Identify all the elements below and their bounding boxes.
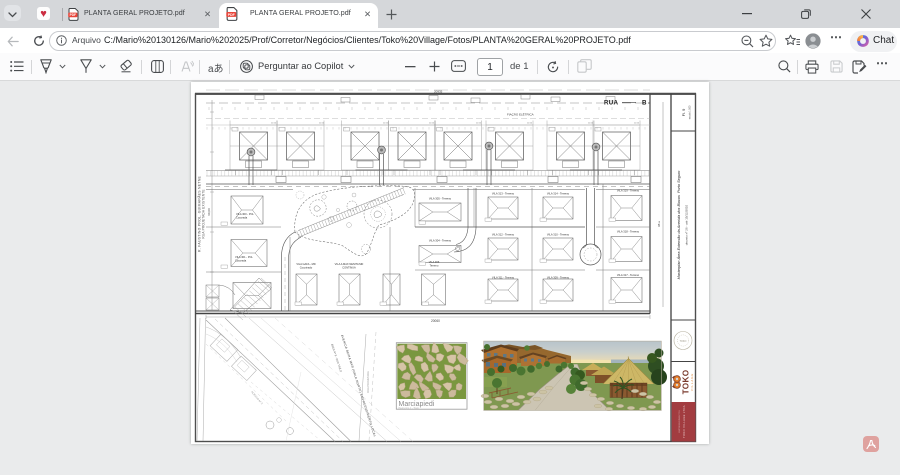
- svg-text:12.50: 12.50: [634, 123, 640, 125]
- svg-text:60,00: 60,00: [207, 208, 211, 216]
- svg-text:12.50: 12.50: [476, 123, 482, 125]
- svg-text:VILA 312 - Terreno: VILA 312 - Terreno: [492, 233, 515, 237]
- svg-text:VILA 301 - PCL: VILA 301 - PCL: [235, 255, 253, 259]
- svg-text:VILA A MAX NENITA MD: VILA A MAX NENITA MD: [335, 262, 364, 266]
- svg-text:Cocoinado: Cocoinado: [300, 266, 313, 270]
- svg-text:VILA 305 - Terreno: VILA 305 - Terreno: [429, 197, 452, 201]
- svg-text:EMPREENDIMENTOS: EMPREENDIMENTOS: [679, 410, 681, 433]
- svg-text:VILA 319 - Terreno: VILA 319 - Terreno: [617, 189, 640, 193]
- svg-text:VILLAGE: VILLAGE: [690, 373, 694, 391]
- svg-text:VILA 311 - Terreno: VILA 311 - Terreno: [492, 276, 515, 280]
- svg-text:TOKO VILLAGE LTDA: TOKO VILLAGE LTDA: [682, 405, 686, 438]
- svg-text:12.50: 12.50: [588, 123, 594, 125]
- svg-text:Terreno: Terreno: [430, 264, 439, 268]
- svg-text:98 a: 98 a: [657, 221, 661, 227]
- svg-text:Pietra tipo 1 - Trani: Pietra tipo 1 - Trani: [399, 407, 420, 410]
- svg-text:ÁREA Nº 8 - RUA TRÁ.D: ÁREA Nº 8 - RUA TRÁ.D: [330, 343, 343, 373]
- svg-text:decreto nº 26 - até 15/12/2010: decreto nº 26 - até 15/12/2010: [685, 204, 689, 245]
- svg-text:PDF: PDF: [228, 13, 235, 17]
- svg-text:B: B: [642, 100, 647, 107]
- svg-text:FIAÇÃO ELÉTRICA: FIAÇÃO ELÉTRICA: [507, 112, 534, 117]
- svg-text:VILA 317 - Terreno: VILA 317 - Terreno: [617, 273, 640, 277]
- svg-text:Cocorada: Cocorada: [235, 259, 247, 263]
- svg-text:VILA GAFA - MD: VILA GAFA - MD: [296, 262, 315, 266]
- svg-text:VILA 313 - Terreno: VILA 313 - Terreno: [492, 192, 515, 196]
- svg-text:ACESSO Nº 2: ACESSO Nº 2: [250, 390, 264, 406]
- svg-text:TOKO: TOKO: [680, 340, 687, 343]
- svg-text:20060: 20060: [431, 319, 440, 323]
- svg-text:VILA 310 - Terreno: VILA 310 - Terreno: [547, 233, 570, 237]
- svg-text:Fl. 9: Fl. 9: [681, 108, 686, 117]
- svg-text:CONTINUA: CONTINUA: [342, 266, 356, 270]
- svg-text:VILA 314 - Terreno: VILA 314 - Terreno: [547, 192, 570, 196]
- svg-text:VILA 304 - Terreno: VILA 304 - Terreno: [429, 239, 452, 243]
- svg-text:12.50: 12.50: [271, 123, 277, 125]
- svg-text:RUA PROJETADA EXISTENTE: RUA PROJETADA EXISTENTE: [202, 189, 206, 238]
- svg-text:Masterplan Área Extensão da Av: Masterplan Área Extensão da Avenida dos …: [677, 171, 681, 280]
- svg-text:12.50: 12.50: [429, 123, 435, 125]
- svg-text:AVENIDA BEIRA MAR (ORLA NORTE): AVENIDA BEIRA MAR (ORLA NORTE) EMPREENDI…: [340, 334, 377, 437]
- svg-text:12.50: 12.50: [319, 123, 325, 125]
- svg-text:Cocorada: Cocorada: [236, 216, 248, 220]
- svg-text:VILA 318 - Terreno: VILA 318 - Terreno: [617, 230, 640, 234]
- svg-text:escala 1:500: escala 1:500: [689, 105, 692, 119]
- svg-text:12.50: 12.50: [527, 123, 533, 125]
- svg-text:PDF: PDF: [70, 13, 76, 17]
- svg-text:12.50: 12.50: [383, 123, 389, 125]
- svg-text:VILA 309 - Terreno: VILA 309 - Terreno: [547, 276, 570, 280]
- svg-text:VILA 300 - PCL: VILA 300 - PCL: [236, 212, 254, 216]
- svg-text:RUA PROJETADA: RUA PROJETADA: [366, 371, 370, 393]
- svg-text:VILA 306: VILA 306: [429, 260, 440, 264]
